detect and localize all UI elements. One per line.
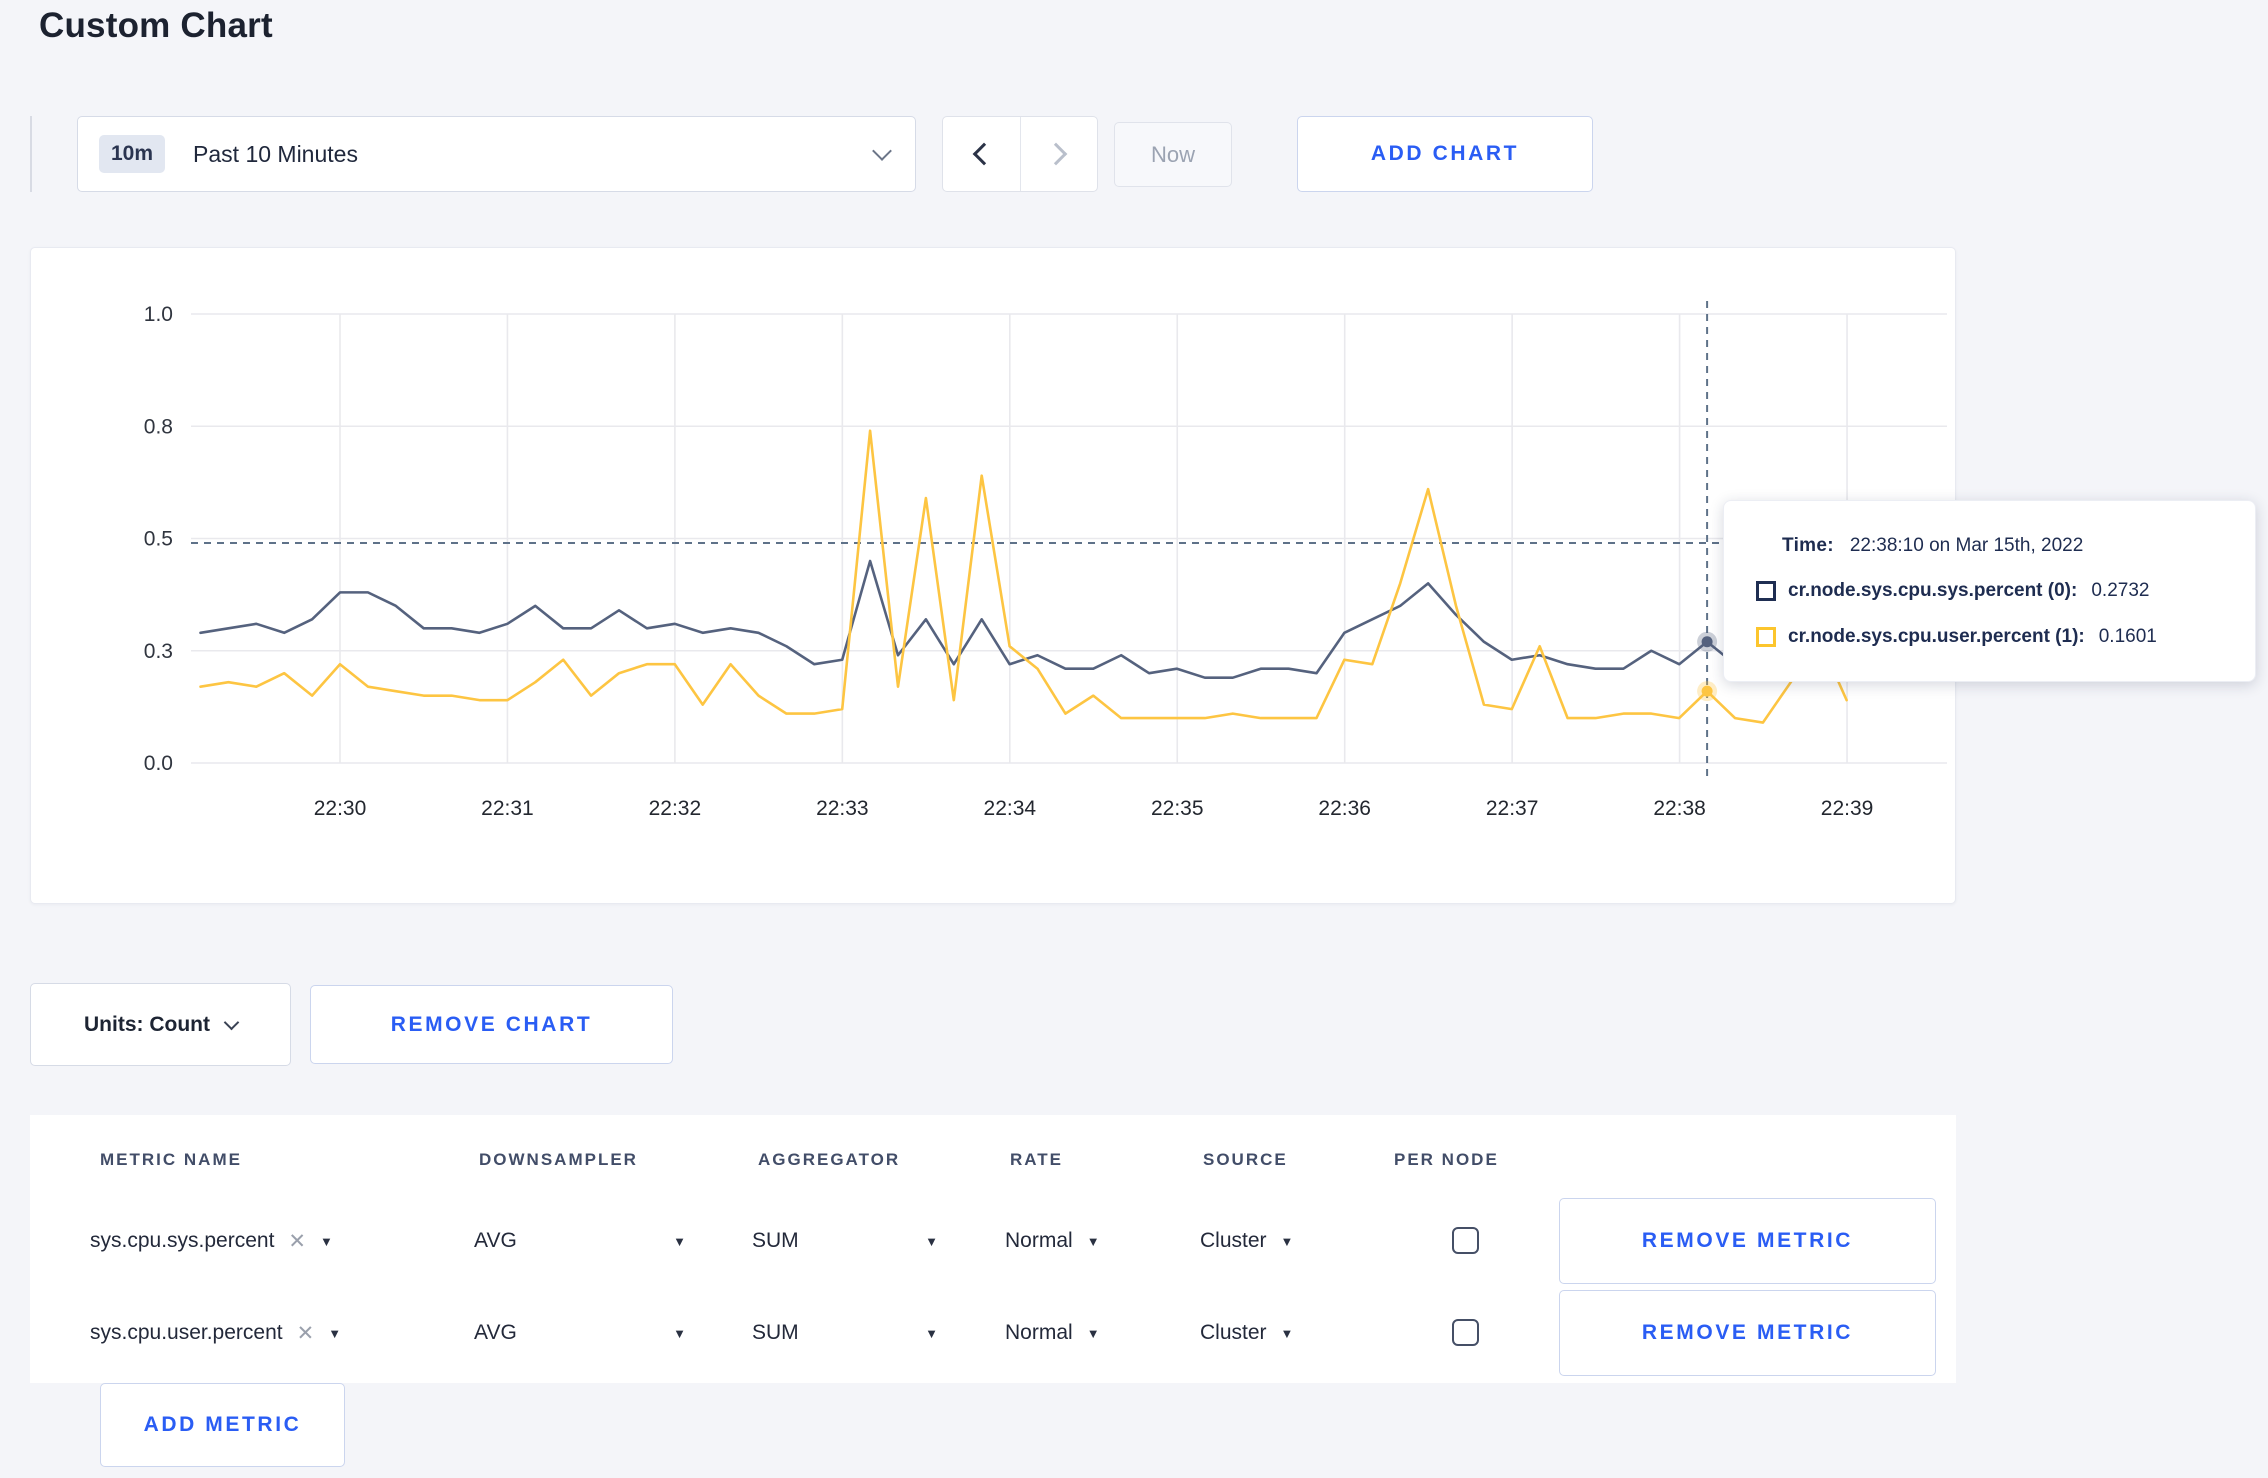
svg-text:0.5: 0.5	[144, 528, 173, 551]
svg-text:0.8: 0.8	[144, 415, 173, 438]
source-dropdown[interactable]: Cluster ▼	[1200, 1198, 1293, 1284]
add-metric-label: ADD METRIC	[143, 1413, 302, 1436]
downsampler-dropdown[interactable]: AVG ▼	[474, 1290, 686, 1376]
aggregator-dropdown[interactable]: SUM ▼	[752, 1290, 938, 1376]
svg-text:22:34: 22:34	[984, 797, 1037, 820]
rate-value: Normal	[1005, 1321, 1073, 1344]
now-button[interactable]: Now	[1114, 122, 1232, 187]
col-header-metric-name: METRIC NAME	[100, 1150, 242, 1169]
caret-down-icon: ▼	[673, 1233, 686, 1249]
remove-chart-label: REMOVE CHART	[390, 1012, 593, 1036]
time-window-badge: 10m	[99, 135, 166, 173]
tooltip-series-row: cr.node.sys.cpu.sys.percent (0): 0.2732	[1756, 580, 2231, 602]
aggregator-dropdown[interactable]: SUM ▼	[752, 1198, 938, 1284]
series-swatch-user	[1756, 626, 1776, 647]
downsampler-value: AVG	[474, 1321, 517, 1344]
units-label: Units: Count	[84, 1012, 210, 1036]
aggregator-value: SUM	[752, 1321, 799, 1344]
chevron-left-icon	[972, 142, 996, 166]
tooltip-series-row: cr.node.sys.cpu.user.percent (1): 0.1601	[1756, 626, 2231, 648]
tooltip-metric-value: 0.1601	[2098, 625, 2157, 647]
svg-text:1.0: 1.0	[144, 303, 173, 326]
caret-down-icon: ▼	[328, 1325, 342, 1341]
remove-chart-button[interactable]: REMOVE CHART	[310, 985, 673, 1064]
table-row: sys.cpu.user.percent ✕ ▼ AVG ▼ SUM ▼ Nor…	[30, 1290, 1956, 1376]
page-title: Custom Chart	[39, 6, 273, 45]
chart-tooltip: Time: 22:38:10 on Mar 15th, 2022 cr.node…	[1723, 500, 2256, 682]
per-node-checkbox[interactable]	[1452, 1227, 1479, 1254]
rate-value: Normal	[1005, 1229, 1073, 1252]
svg-text:22:35: 22:35	[1151, 797, 1204, 820]
svg-text:22:39: 22:39	[1821, 797, 1874, 820]
svg-text:22:37: 22:37	[1486, 797, 1539, 820]
toolbar-divider	[30, 116, 32, 192]
remove-metric-button[interactable]: REMOVE METRIC	[1559, 1290, 1936, 1376]
metric-name-value: sys.cpu.sys.percent	[90, 1229, 275, 1252]
caret-down-icon: ▼	[1086, 1325, 1100, 1341]
units-dropdown[interactable]: Units: Count	[30, 983, 291, 1066]
svg-text:22:36: 22:36	[1318, 797, 1371, 820]
caret-down-icon: ▼	[673, 1325, 686, 1341]
col-header-rate: RATE	[1010, 1150, 1064, 1169]
col-header-aggregator: AGGREGATOR	[758, 1150, 901, 1169]
chevron-down-icon	[223, 1014, 240, 1030]
time-pager	[942, 116, 1098, 192]
metric-name-dropdown[interactable]: sys.cpu.user.percent ✕ ▼	[90, 1290, 341, 1376]
caret-down-icon: ▼	[925, 1233, 938, 1249]
svg-text:0.0: 0.0	[144, 752, 173, 775]
chevron-down-icon	[872, 141, 892, 161]
now-button-label: Now	[1150, 141, 1195, 167]
svg-text:22:33: 22:33	[816, 797, 869, 820]
timeseries-chart[interactable]: 1.0 0.8 0.5 0.3 0.0 22:30 22:31 22:32 22:33 22:34…	[31, 248, 1957, 905]
svg-text:22:38: 22:38	[1653, 797, 1706, 820]
svg-text:22:32: 22:32	[649, 797, 702, 820]
clear-metric-icon[interactable]: ✕	[288, 1229, 306, 1254]
add-chart-button[interactable]: ADD CHART	[1297, 116, 1593, 192]
rate-dropdown[interactable]: Normal ▼	[1005, 1198, 1100, 1284]
tooltip-time-value: 22:38:10 on Mar 15th, 2022	[1849, 534, 2084, 556]
add-metric-button[interactable]: ADD METRIC	[100, 1383, 345, 1467]
svg-text:22:30: 22:30	[314, 797, 367, 820]
source-value: Cluster	[1200, 1229, 1267, 1252]
per-node-checkbox[interactable]	[1452, 1319, 1479, 1346]
downsampler-value: AVG	[474, 1229, 517, 1252]
col-header-per-node: PER NODE	[1394, 1150, 1499, 1169]
source-value: Cluster	[1200, 1321, 1267, 1344]
col-header-source: SOURCE	[1203, 1150, 1288, 1169]
caret-down-icon: ▼	[320, 1233, 333, 1249]
svg-text:0.3: 0.3	[144, 640, 173, 663]
remove-metric-button[interactable]: REMOVE METRIC	[1559, 1198, 1936, 1284]
downsampler-dropdown[interactable]: AVG ▼	[474, 1198, 686, 1284]
clear-metric-icon[interactable]: ✕	[297, 1321, 315, 1346]
add-chart-label: ADD CHART	[1370, 142, 1520, 165]
caret-down-icon: ▼	[1280, 1325, 1294, 1341]
chevron-right-icon	[1044, 142, 1068, 166]
tooltip-time-label: Time:	[1782, 534, 1834, 556]
time-window-dropdown[interactable]: 10m Past 10 Minutes	[77, 116, 916, 192]
metric-name-dropdown[interactable]: sys.cpu.sys.percent ✕ ▼	[90, 1198, 333, 1284]
tooltip-metric-value: 0.2732	[2091, 580, 2150, 601]
metric-name-value: sys.cpu.user.percent	[90, 1321, 283, 1344]
caret-down-icon: ▼	[1280, 1233, 1294, 1249]
svg-text:22:31: 22:31	[481, 797, 534, 820]
caret-down-icon: ▼	[1086, 1233, 1100, 1249]
source-dropdown[interactable]: Cluster ▼	[1200, 1290, 1293, 1376]
table-row: sys.cpu.sys.percent ✕ ▼ AVG ▼ SUM ▼ Norm…	[30, 1198, 1956, 1284]
remove-metric-label: REMOVE METRIC	[1641, 1229, 1854, 1252]
chart-card: 1.0 0.8 0.5 0.3 0.0 22:30 22:31 22:32 22:33 22:34…	[30, 247, 1956, 904]
caret-down-icon: ▼	[925, 1325, 938, 1341]
remove-metric-label: REMOVE METRIC	[1641, 1321, 1854, 1344]
tooltip-metric-name: cr.node.sys.cpu.sys.percent (0):	[1788, 580, 2078, 601]
next-range-button[interactable]	[1019, 117, 1098, 191]
tooltip-time-row: Time: 22:38:10 on Mar 15th, 2022	[1756, 535, 2231, 557]
rate-dropdown[interactable]: Normal ▼	[1005, 1290, 1100, 1376]
col-header-downsampler: DOWNSAMPLER	[479, 1150, 638, 1169]
prev-range-button[interactable]	[943, 117, 1020, 191]
metrics-table: METRIC NAME DOWNSAMPLER AGGREGATOR RATE …	[30, 1115, 1956, 1383]
time-window-label: Past 10 Minutes	[193, 140, 358, 167]
series-swatch-sys	[1756, 581, 1776, 601]
tooltip-metric-name: cr.node.sys.cpu.user.percent (1):	[1788, 625, 2085, 647]
aggregator-value: SUM	[752, 1229, 799, 1252]
